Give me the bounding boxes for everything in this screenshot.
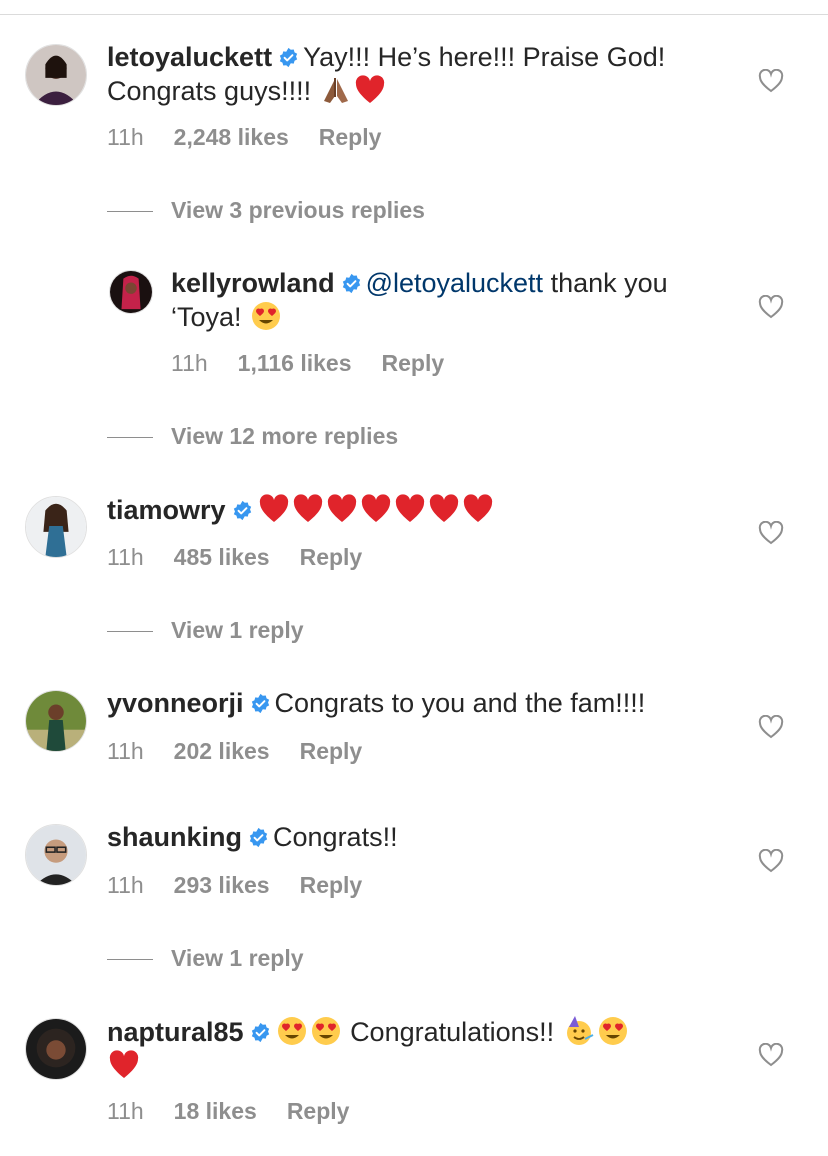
view-replies-label: View 1 reply [171, 617, 304, 643]
verified-badge-icon [278, 47, 299, 68]
reply-button[interactable]: Reply [319, 124, 382, 150]
red-heart-emoji-icon [462, 493, 494, 525]
view-replies-link[interactable]: View 1 reply [107, 945, 304, 972]
comment-meta: 11h 18 likes Reply [107, 1098, 379, 1125]
verified-badge-icon [250, 693, 271, 714]
comment-text-line2: ‘Toya! [171, 302, 242, 332]
avatar[interactable] [109, 270, 153, 314]
comment-text-line2: Congrats guys!!!! [107, 76, 312, 106]
username[interactable]: kellyrowland [171, 268, 335, 298]
reply-button[interactable]: Reply [300, 544, 363, 570]
reply-button[interactable]: Reply [287, 1098, 350, 1124]
comment-text: Congrats to you and the fam!!!! [274, 688, 646, 718]
view-previous-replies-link[interactable]: View 3 previous replies [107, 197, 425, 224]
top-divider [0, 14, 828, 15]
avatar[interactable] [25, 44, 87, 106]
comment-text: Congratulations!! [350, 1017, 555, 1047]
replies-dash [107, 631, 153, 633]
replies-dash [107, 959, 153, 961]
avatar[interactable] [25, 824, 87, 886]
like-heart-icon[interactable] [758, 1043, 784, 1067]
replies-dash [107, 437, 153, 439]
like-heart-icon[interactable] [758, 69, 784, 93]
like-heart-icon[interactable] [758, 715, 784, 739]
timestamp: 11h [107, 1098, 144, 1124]
view-replies-label: View 1 reply [171, 945, 304, 971]
view-more-replies-link[interactable]: View 12 more replies [107, 423, 398, 450]
red-heart-emoji-icon [258, 493, 290, 525]
likes-count[interactable]: 1,116 likes [238, 350, 352, 376]
heart-eyes-emoji-icon [276, 1015, 308, 1047]
likes-count[interactable]: 2,248 likes [174, 124, 289, 150]
timestamp: 11h [171, 350, 208, 376]
comment-meta: 11h 202 likes Reply [107, 738, 392, 765]
reply-button[interactable]: Reply [382, 350, 445, 376]
timestamp: 11h [107, 738, 144, 764]
red-heart-emoji-icon [354, 74, 386, 106]
likes-count[interactable]: 202 likes [174, 738, 270, 764]
view-replies-link[interactable]: View 1 reply [107, 617, 304, 644]
timestamp: 11h [107, 124, 144, 150]
likes-count[interactable]: 485 likes [174, 544, 270, 570]
red-heart-emoji-icon [428, 493, 460, 525]
comment-meta: 11h 2,248 likes Reply [107, 124, 411, 151]
username[interactable]: naptural85 [107, 1017, 244, 1047]
comment-meta: 11h 1,116 likes Reply [171, 350, 474, 377]
red-heart-emoji-icon [360, 493, 392, 525]
replies-dash [107, 211, 153, 213]
view-replies-label: View 3 previous replies [171, 197, 425, 223]
partying-face-emoji-icon [563, 1015, 595, 1047]
heart-eyes-emoji-icon [310, 1015, 342, 1047]
like-heart-icon[interactable] [758, 521, 784, 545]
likes-count[interactable]: 293 likes [174, 872, 270, 898]
timestamp: 11h [107, 872, 144, 898]
red-heart-emoji-icon [108, 1049, 140, 1081]
username[interactable]: yvonneorji [107, 688, 244, 718]
verified-badge-icon [248, 827, 269, 848]
verified-badge-icon [250, 1022, 271, 1043]
likes-count[interactable]: 18 likes [174, 1098, 257, 1124]
reply-button[interactable]: Reply [300, 738, 363, 764]
folded-hands-emoji-icon [320, 74, 352, 106]
username[interactable]: tiamowry [107, 495, 226, 525]
verified-badge-icon [232, 500, 253, 521]
view-replies-label: View 12 more replies [171, 423, 399, 449]
avatar[interactable] [25, 1018, 87, 1080]
verified-badge-icon [341, 273, 362, 294]
comment-meta: 11h 485 likes Reply [107, 544, 392, 571]
red-heart-emoji-icon [394, 493, 426, 525]
timestamp: 11h [107, 544, 144, 570]
like-heart-icon[interactable] [758, 295, 784, 319]
username[interactable]: shaunking [107, 822, 242, 852]
heart-eyes-emoji-icon [597, 1015, 629, 1047]
reply-button[interactable]: Reply [300, 872, 363, 898]
heart-eyes-emoji-icon [250, 300, 282, 332]
like-heart-icon[interactable] [758, 849, 784, 873]
avatar[interactable] [25, 690, 87, 752]
comment-text: Congrats!! [273, 822, 398, 852]
comment-text: Yay!!! He’s here!!! Praise God! [303, 42, 666, 72]
red-heart-emoji-icon [326, 493, 358, 525]
comment-text: thank you [550, 268, 668, 298]
red-heart-emoji-icon [292, 493, 324, 525]
comment-meta: 11h 293 likes Reply [107, 872, 392, 899]
username[interactable]: letoyaluckett [107, 42, 272, 72]
mention-link[interactable]: @letoyaluckett [366, 268, 544, 298]
avatar[interactable] [25, 496, 87, 558]
